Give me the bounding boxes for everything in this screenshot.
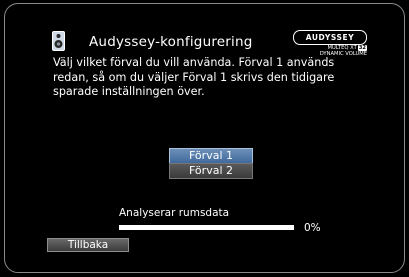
preset-option-2[interactable]: Förval 2 — [169, 163, 253, 179]
status-label: Analyserar rumsdata — [119, 207, 230, 219]
back-button[interactable]: Tillbaka — [47, 238, 129, 252]
brand-name: AUDYSSEY — [293, 30, 367, 45]
progress-bar — [119, 225, 294, 230]
preset-option-1[interactable]: Förval 1 — [169, 148, 253, 164]
page-title: Audyssey-konfigurering — [89, 34, 253, 50]
progress-percent: 0% — [304, 222, 321, 234]
instruction-text: Välj vilket förval du vill använda. Förv… — [53, 56, 335, 98]
speaker-icon — [52, 31, 65, 51]
setup-screen: Audyssey-konfigurering AUDYSSEY MULTEQ X… — [0, 0, 409, 277]
